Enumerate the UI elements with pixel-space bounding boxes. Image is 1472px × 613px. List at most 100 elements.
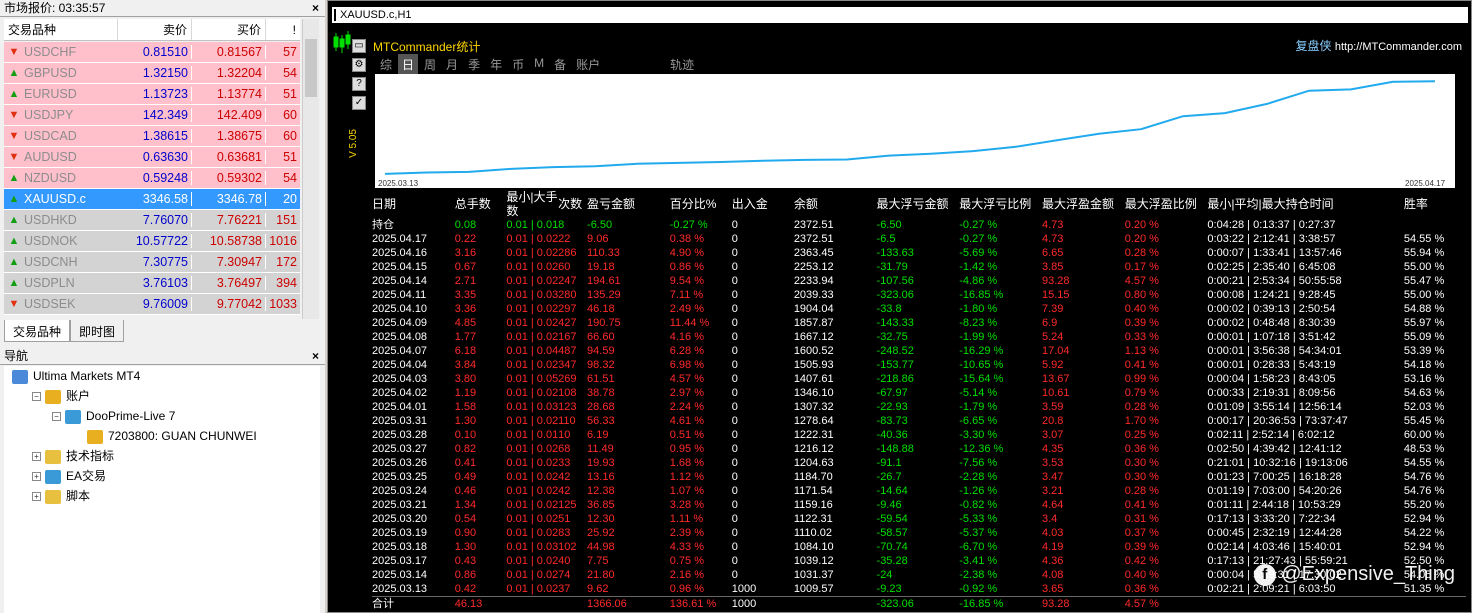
market-watch-row[interactable]: ▲ USDCNH 7.30775 7.30947 172 [4,252,300,273]
help-icon[interactable]: ? [352,77,366,91]
stats-cell: 2025.04.07 [372,345,428,357]
stats-cell: 2025.04.10 [372,303,428,315]
row-ask: 0.81567 [192,45,266,59]
market-watch-row[interactable]: ▲ GBPUSD 1.32150 1.32204 54 [4,63,300,84]
stats-cell: 56.33 [587,415,615,427]
stats-cell: 15.15 [1041,289,1070,301]
stats-cell: 36.85 [587,499,615,511]
chart-window-title[interactable]: XAUUSD.c,H1 [332,7,1468,23]
period-tab[interactable]: 综 [376,54,396,74]
stats-cell: 1.12 % [669,471,704,483]
stats-cell: -0.92 % [959,583,998,595]
stats-cell: 1.11 % [669,513,704,525]
navigator-titlebar[interactable]: 导航 × [0,348,325,365]
market-watch-row[interactable]: ▲ USDPLN 3.76103 3.76497 394 [4,273,300,294]
stats-cell: 1.70 % [1124,415,1159,427]
stats-cell: 0 [731,233,738,245]
stats-cell: 1110.02 [793,527,832,539]
row-bid: 1.32150 [118,66,192,80]
period-tab[interactable]: 轨迹 [666,54,698,74]
col-header: 最大浮盈金额 [1041,197,1114,211]
market-watch-row[interactable]: ▼ USDSEK 9.76009 9.77042 1033 [4,294,300,315]
stats-cell: -5.37 % [959,527,998,539]
period-tab[interactable]: 季 [464,54,484,74]
restore-icon[interactable]: ▭ [352,39,366,53]
period-tab[interactable]: 日 [398,54,419,74]
market-watch-row[interactable]: ▲ NZDUSD 0.59248 0.59302 54 [4,168,300,189]
row-spread: 151 [276,213,297,227]
stats-row: 2025.04.03 3.80 0.01 | 0.05 269 61.51 4.57 % 0… [372,372,1466,386]
period-tab[interactable]: 年 [486,54,506,74]
market-watch-row[interactable]: ▼ USDCHF 0.81510 0.81567 57 [4,42,300,63]
brand[interactable]: 复盘侠 http://MTCommander.com [1295,37,1462,54]
stats-cell: 4.61 % [669,415,704,427]
col-ask-header[interactable]: 买价 [192,19,266,40]
stats-cell: 2025.03.17 [372,555,428,567]
row-bid: 1.13723 [118,87,192,101]
stats-cell: 1505.93 [793,359,834,371]
expand-icon[interactable]: − [32,392,41,402]
nav-item[interactable]: − DooPrime-Live 7 [4,406,320,426]
stats-cell: 4.57 % [1124,275,1159,287]
stats-cell: 0.01 | 0.02 [506,415,559,427]
stats-cell: 1.07 % [669,485,704,497]
period-tab[interactable]: M [530,54,548,74]
stats-cell: -248.52 [876,345,914,357]
stats-cell: 2.97 % [669,387,704,399]
brand-url[interactable]: http://MTCommander.com [1335,41,1462,53]
expand-icon[interactable]: + [32,492,41,502]
close-icon[interactable]: × [312,348,319,365]
tab-tick-chart[interactable]: 即时图 [70,320,125,342]
tab-symbols[interactable]: 交易品种 [4,320,71,342]
watermark-text: @Expensive_Thing [1281,563,1455,585]
stats-cell: -16.85 % [959,289,1004,301]
settings-icon[interactable]: ⚙ [352,58,366,72]
market-watch-scrollbar[interactable] [302,19,319,319]
stats-cell: 83 [558,527,571,539]
period-tab[interactable]: 币 [508,54,528,74]
market-watch-row[interactable]: ▼ USDJPY 142.349 142.409 60 [4,105,300,126]
period-tab[interactable]: 备 [550,54,570,74]
period-tab[interactable]: 账户 [572,54,604,74]
total-row: 合计 46.13 1366.06 136.61 % 1000 -323.06 -16.85 … [372,596,1466,612]
row-spread: 1016 [269,234,297,248]
period-tab[interactable]: 月 [442,54,462,74]
expand-icon[interactable]: − [52,412,61,422]
stats-cell: 0:00:02 | 0:48:48 | 8:30:39 [1207,317,1336,329]
period-tab[interactable]: 周 [420,54,440,74]
market-watch-row[interactable]: ▲ EURUSD 1.13723 1.13774 51 [4,84,300,105]
stats-cell: 108 [558,387,577,399]
total-cell: 1000 [731,596,794,612]
stats-cell: -15.64 % [959,373,1004,385]
stats-cell: 4.36 [1041,555,1064,567]
stats-cell: 0.99 % [1124,373,1159,385]
expand-icon[interactable]: + [32,472,41,482]
stats-cell: 0 [731,289,738,301]
nav-item[interactable]: + 脚本 [4,486,320,506]
col-bid-header[interactable]: 卖价 [118,19,192,40]
nav-item[interactable]: Ultima Markets MT4 [4,366,320,386]
market-watch-row[interactable]: ▲ XAUUSD.c 3346.58 3346.78 20 [4,189,300,210]
nav-item[interactable]: + 技术指标 [4,446,320,466]
stats-cell: 0.36 % [1124,583,1159,595]
total-cell: 93.28 [1041,596,1125,612]
market-watch-row[interactable]: ▼ USDCAD 1.38615 1.38675 60 [4,126,300,147]
nav-item[interactable]: − 账户 [4,386,320,406]
stats-cell: 1.19 [454,387,477,399]
market-watch-row[interactable]: ▼ AUDUSD 0.63630 0.63681 51 [4,147,300,168]
scroll-thumb[interactable] [305,39,317,97]
stats-cell: 2233.94 [793,275,834,287]
nav-item[interactable]: 7203800: GUAN CHUNWEI [4,426,320,446]
stats-cell: 2025.03.18 [372,541,428,553]
expand-icon[interactable]: + [32,452,41,462]
market-watch-row[interactable]: ▲ USDHKD 7.76070 7.76221 151 [4,210,300,231]
col-header: 最大浮亏比例 [959,197,1032,211]
row-ask: 7.30947 [192,255,266,269]
market-watch-row[interactable]: ▲ USDNOK 10.57722 10.58738 1016 [4,231,300,252]
market-watch-titlebar[interactable]: 市场报价: 03:35:57 × [0,0,325,17]
close-icon[interactable]: × [312,0,319,17]
col-spread-header[interactable]: ! [266,19,300,40]
nav-item[interactable]: + EA交易 [4,466,320,486]
col-symbol-header[interactable]: 交易品种 [4,19,118,40]
check-icon[interactable]: ✓ [352,96,366,110]
